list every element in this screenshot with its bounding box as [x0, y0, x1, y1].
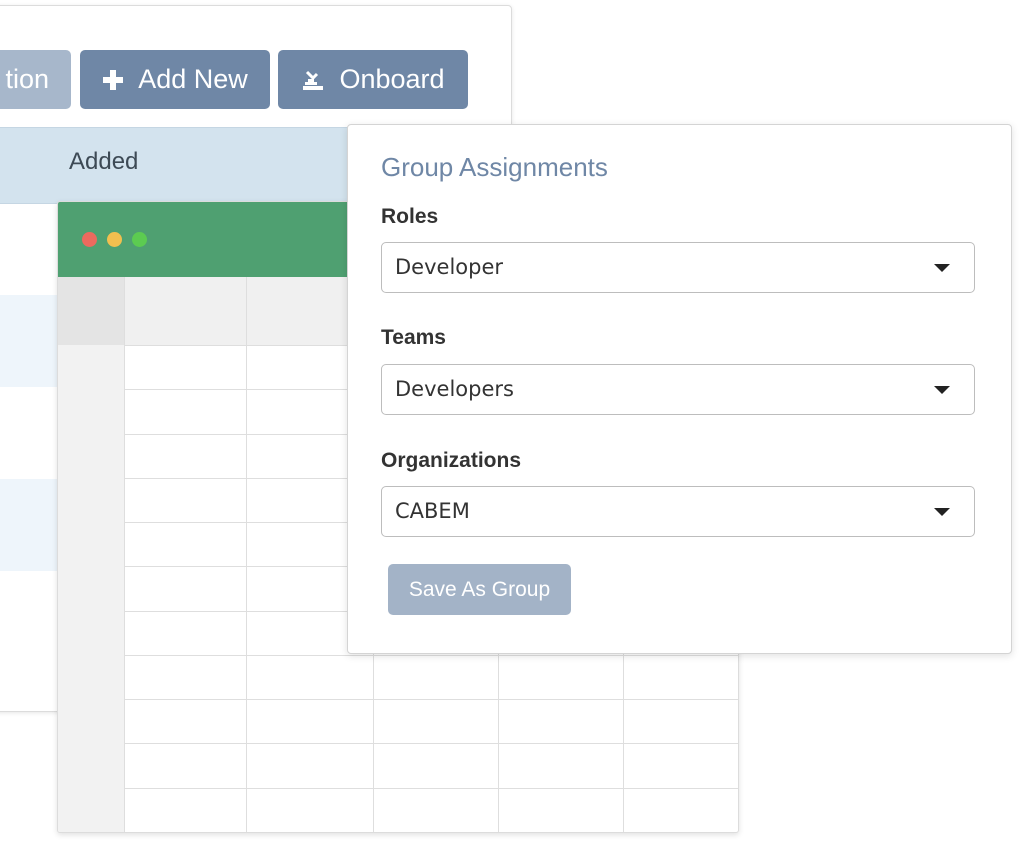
onboard-label: Onboard	[339, 64, 445, 94]
onboard-button[interactable]: Onboard	[278, 50, 468, 109]
roles-select[interactable]: Developer	[381, 242, 975, 293]
grid-column-line	[246, 277, 247, 832]
plus-icon	[102, 69, 124, 91]
caret-down-icon	[934, 508, 950, 516]
organizations-select-value: CABEM	[395, 499, 470, 523]
organizations-select[interactable]: CABEM	[381, 486, 975, 537]
caret-down-icon	[934, 386, 950, 394]
action-button-label: tion	[5, 64, 49, 94]
grid-row-line	[124, 655, 738, 656]
maximize-dot[interactable]	[132, 232, 147, 247]
action-button[interactable]: tion	[0, 50, 71, 109]
row-header-gutter	[58, 277, 124, 832]
panel-title: Group Assignments	[381, 152, 608, 182]
roles-label: Roles	[381, 205, 439, 228]
teams-select-value: Developers	[395, 377, 514, 401]
grid-column-line	[124, 277, 125, 832]
add-new-label: Add New	[138, 64, 248, 94]
grid-row-line	[124, 743, 738, 744]
save-as-group-button[interactable]: Save As Group	[388, 564, 571, 615]
grid-corner-cell	[58, 277, 124, 345]
roles-select-value: Developer	[395, 255, 504, 279]
onboard-icon	[301, 68, 325, 92]
caret-down-icon	[934, 264, 950, 272]
close-dot[interactable]	[82, 232, 97, 247]
group-assignments-panel: Group Assignments Roles Developer Teams …	[347, 124, 1012, 654]
grid-row-line	[124, 699, 738, 700]
add-new-button[interactable]: Add New	[80, 50, 270, 109]
grid-row-line	[124, 788, 738, 789]
organizations-label: Organizations	[381, 449, 522, 472]
teams-select[interactable]: Developers	[381, 364, 975, 415]
column-header-added: Added	[69, 148, 139, 175]
minimize-dot[interactable]	[107, 232, 122, 247]
teams-label: Teams	[381, 326, 446, 349]
